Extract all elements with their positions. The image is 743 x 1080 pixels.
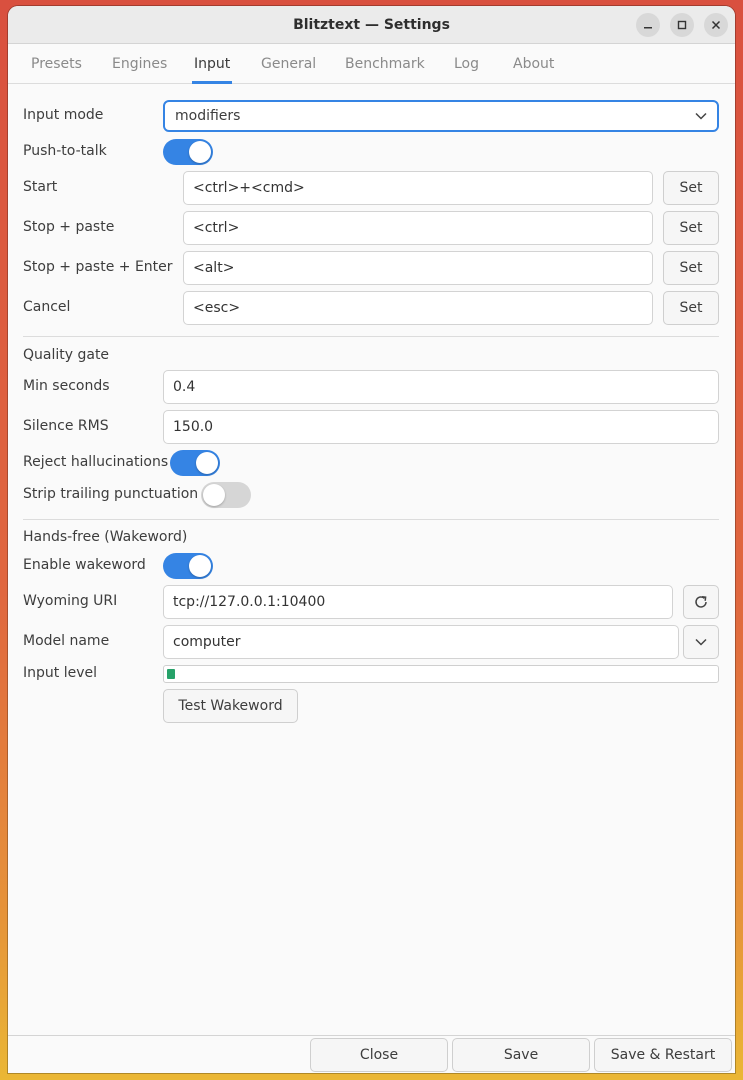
maximize-icon <box>677 20 687 30</box>
chevron-down-icon <box>695 112 707 120</box>
minimize-button[interactable] <box>636 13 660 37</box>
input-level-label: Input level <box>23 665 97 681</box>
tab-presets[interactable]: Presets <box>31 44 82 84</box>
hotkey-stop-paste-enter-field[interactable]: <alt> <box>183 251 653 285</box>
tab-about[interactable]: About <box>513 44 554 84</box>
chevron-down-icon <box>695 638 707 646</box>
model-name-field[interactable]: computer <box>163 625 679 659</box>
test-wakeword-button[interactable]: Test Wakeword <box>163 689 298 723</box>
wyoming-uri-field[interactable]: tcp://127.0.0.1:10400 <box>163 585 673 619</box>
tab-input[interactable]: Input <box>191 44 233 84</box>
silence-rms-field[interactable]: 150.0 <box>163 410 719 444</box>
switch-knob <box>196 452 218 474</box>
silence-rms-label: Silence RMS <box>23 418 109 434</box>
minimize-icon <box>644 27 652 29</box>
strip-punctuation-switch[interactable] <box>201 482 251 508</box>
save-button[interactable]: Save <box>452 1038 590 1072</box>
window-title: Blitztext — Settings <box>293 17 450 33</box>
switch-knob <box>203 484 225 506</box>
input-level-meter <box>163 665 719 683</box>
settings-window: Blitztext — Settings Presets Engines Inp… <box>8 6 735 1073</box>
hotkey-start-label: Start <box>23 179 58 195</box>
reject-hallucinations-switch[interactable] <box>170 450 220 476</box>
strip-punctuation-label: Strip trailing punctuation <box>23 486 199 502</box>
hotkey-cancel-label: Cancel <box>23 299 71 315</box>
tab-general[interactable]: General <box>261 44 316 84</box>
close-icon <box>711 20 721 30</box>
hotkey-cancel-field[interactable]: <esc> <box>183 291 653 325</box>
switch-knob <box>189 555 211 577</box>
hotkey-stop-paste-field[interactable]: <ctrl> <box>183 211 653 245</box>
enable-wakeword-label: Enable wakeword <box>23 557 146 573</box>
min-seconds-field[interactable]: 0.4 <box>163 370 719 404</box>
separator <box>23 519 719 520</box>
tab-bar: Presets Engines Input General Benchmark … <box>8 44 735 84</box>
switch-knob <box>189 141 211 163</box>
wakeword-heading: Hands-free (Wakeword) <box>23 529 188 545</box>
hotkey-start-field[interactable]: <ctrl>+<cmd> <box>183 171 653 205</box>
hotkey-stop-paste-enter-set-button[interactable]: Set <box>663 251 719 285</box>
tab-log[interactable]: Log <box>454 44 479 84</box>
input-mode-dropdown[interactable]: modifiers <box>163 100 719 132</box>
separator <box>23 336 719 337</box>
hotkey-cancel-set-button[interactable]: Set <box>663 291 719 325</box>
hotkey-start-set-button[interactable]: Set <box>663 171 719 205</box>
input-mode-value: modifiers <box>175 108 241 124</box>
input-level-fill <box>167 669 176 679</box>
maximize-button[interactable] <box>670 13 694 37</box>
model-dropdown-button[interactable] <box>683 625 719 659</box>
tab-engines[interactable]: Engines <box>112 44 167 84</box>
quality-gate-heading: Quality gate <box>23 347 110 363</box>
refresh-button[interactable] <box>683 585 719 619</box>
min-seconds-label: Min seconds <box>23 378 110 394</box>
push-to-talk-switch[interactable] <box>163 139 213 165</box>
hotkey-stop-paste-label: Stop + paste <box>23 219 115 235</box>
wyoming-uri-label: Wyoming URI <box>23 593 118 609</box>
titlebar: Blitztext — Settings <box>8 6 735 44</box>
enable-wakeword-switch[interactable] <box>163 553 213 579</box>
hotkey-stop-paste-set-button[interactable]: Set <box>663 211 719 245</box>
close-button[interactable]: Close <box>310 1038 448 1072</box>
footer-bar: Close Save Save & Restart <box>8 1035 735 1073</box>
tab-benchmark[interactable]: Benchmark <box>345 44 425 84</box>
refresh-icon <box>695 596 707 608</box>
hotkey-stop-paste-enter-label: Stop + paste + Enter <box>23 259 173 275</box>
close-window-button[interactable] <box>704 13 728 37</box>
input-mode-label: Input mode <box>23 107 104 123</box>
push-to-talk-label: Push-to-talk <box>23 143 107 159</box>
model-name-label: Model name <box>23 633 110 649</box>
save-restart-button[interactable]: Save & Restart <box>594 1038 732 1072</box>
reject-hallucinations-label: Reject hallucinations <box>23 454 169 470</box>
